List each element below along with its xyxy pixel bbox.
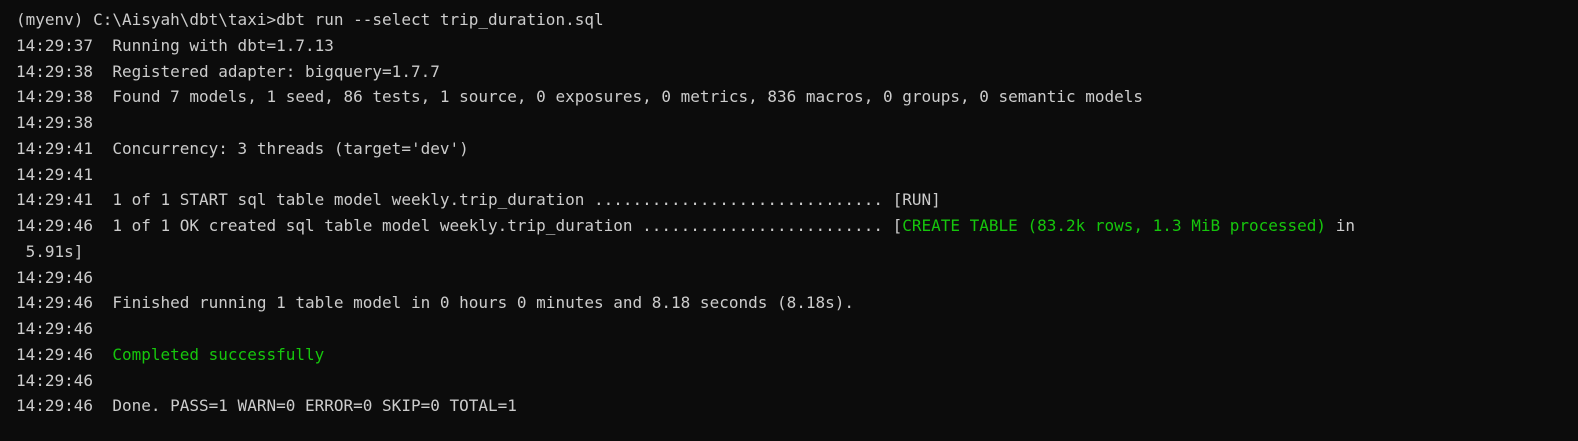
log-message-prefix: 1 of 1 OK created sql table model weekly… <box>112 216 903 235</box>
log-line: 14:29:46 Completed successfully <box>16 342 1578 368</box>
log-message-create-table: CREATE TABLE (83.2k rows, 1.3 MiB proces… <box>902 216 1327 235</box>
log-message: 1 of 1 START sql table model weekly.trip… <box>112 190 941 210</box>
scrollbar[interactable] <box>1564 0 1578 441</box>
log-line: 14:29:46 <box>16 265 1578 291</box>
log-line: 14:29:46 Finished running 1 table model … <box>16 290 1578 316</box>
log-timestamp: 14:29:46 <box>16 293 94 313</box>
log-timestamp: 14:29:41 <box>16 190 94 210</box>
log-message: Done. PASS=1 WARN=0 ERROR=0 SKIP=0 TOTAL… <box>112 396 517 416</box>
prompt-line: (myenv) C:\Aisyah\dbt\taxi>dbt run --sel… <box>16 10 604 29</box>
log-timestamp: 14:29:46 <box>16 267 94 287</box>
log-message: Running with dbt=1.7.13 <box>112 35 334 55</box>
log-timestamp: 14:29:46 <box>16 319 94 338</box>
log-line: 14:29:41 <box>16 162 1578 188</box>
log-timestamp: 14:29:46 <box>16 216 94 235</box>
log-line: 14:29:38 Registered adapter: bigquery=1.… <box>16 59 1578 85</box>
log-timestamp: 14:29:46 <box>16 344 94 364</box>
log-timestamp: 14:29:38 <box>16 87 94 107</box>
log-line: 14:29:46 Done. PASS=1 WARN=0 ERROR=0 SKI… <box>16 393 1578 419</box>
log-line: 14:29:46 <box>16 368 1578 394</box>
log-line: 14:29:46 <box>16 316 1578 342</box>
log-timestamp: 14:29:38 <box>16 61 94 81</box>
log-message-suffix: in <box>1326 216 1355 235</box>
log-timestamp: 14:29:37 <box>16 35 94 55</box>
log-line: 14:29:38 <box>16 110 1578 136</box>
log-message: Registered adapter: bigquery=1.7.7 <box>112 61 440 81</box>
log-message: Finished running 1 table model in 0 hour… <box>112 293 855 313</box>
log-line: 14:29:41 1 of 1 START sql table model we… <box>16 187 1578 213</box>
log-line: 14:29:46 1 of 1 OK created sql table mod… <box>16 213 1578 239</box>
terminal-output[interactable]: (myenv) C:\Aisyah\dbt\taxi>dbt run --sel… <box>0 0 1578 441</box>
log-message-completed: Completed successfully <box>112 344 325 364</box>
log-message: Found 7 models, 1 seed, 86 tests, 1 sour… <box>112 87 1144 107</box>
log-message: Concurrency: 3 threads (target='dev') <box>112 138 469 158</box>
log-line: 14:29:37 Running with dbt=1.7.13 <box>16 33 1578 59</box>
log-line: 14:29:41 Concurrency: 3 threads (target=… <box>16 136 1578 162</box>
log-timestamp: 14:29:41 <box>16 164 94 184</box>
log-message: 5.91s] <box>16 241 84 261</box>
log-timestamp: 14:29:38 <box>16 113 94 132</box>
log-timestamp: 14:29:46 <box>16 396 94 416</box>
log-line-wrap: 5.91s] <box>16 239 1578 265</box>
log-timestamp: 14:29:46 <box>16 370 94 390</box>
log-timestamp: 14:29:41 <box>16 138 94 158</box>
log-line: 14:29:38 Found 7 models, 1 seed, 86 test… <box>16 84 1578 110</box>
